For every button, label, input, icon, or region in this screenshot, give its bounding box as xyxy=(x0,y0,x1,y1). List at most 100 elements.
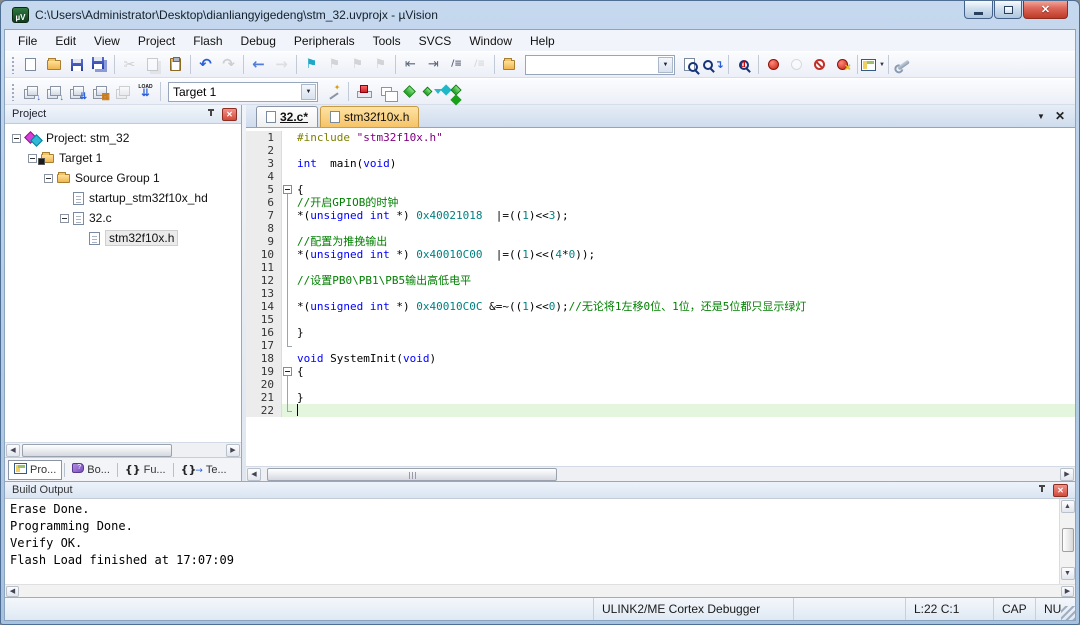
scroll-left-arrow[interactable]: ◀ xyxy=(6,586,19,597)
line-number[interactable]: 9 xyxy=(246,235,282,248)
toolbar-grip[interactable] xyxy=(11,83,16,101)
copy-button[interactable] xyxy=(141,53,164,76)
target-select[interactable]: Target 1▼ xyxy=(168,82,318,102)
line-number[interactable]: 15 xyxy=(246,313,282,326)
line-number[interactable]: 18 xyxy=(246,352,282,365)
save-all-button[interactable] xyxy=(88,53,111,76)
target-options-button[interactable] xyxy=(322,80,345,103)
rebuild-button[interactable]: ⇊ xyxy=(65,80,88,103)
line-number[interactable]: 8 xyxy=(246,222,282,235)
line-number[interactable]: 22 xyxy=(246,404,282,417)
menu-item-file[interactable]: File xyxy=(9,32,46,50)
scroll-thumb[interactable] xyxy=(267,468,557,481)
code-line-7[interactable]: 7*(unsigned int *) 0x40021018 |=((1)<<3)… xyxy=(246,209,1075,222)
toolbar-grip[interactable] xyxy=(11,56,16,74)
search-combobox[interactable]: ▼ xyxy=(525,55,675,75)
build-output-close-button[interactable]: ✕ xyxy=(1053,484,1068,497)
pin-icon[interactable] xyxy=(207,109,215,120)
code-line-11[interactable]: 11 xyxy=(246,261,1075,274)
editor-tab[interactable]: stm32f10x.h xyxy=(320,106,419,127)
line-number[interactable]: 21 xyxy=(246,391,282,404)
undo-button[interactable]: ↶ xyxy=(194,53,217,76)
menu-item-view[interactable]: View xyxy=(85,32,129,50)
tree-item[interactable]: 32.c xyxy=(5,208,241,228)
paste-button[interactable] xyxy=(164,53,187,76)
save-button[interactable] xyxy=(65,53,88,76)
code-text[interactable] xyxy=(295,170,1075,183)
multi-project-workspace-button[interactable] xyxy=(375,80,398,103)
uncomment-button[interactable]: /≡ xyxy=(468,53,491,76)
scroll-down-arrow[interactable]: ▼ xyxy=(1061,567,1075,580)
menu-item-tools[interactable]: Tools xyxy=(364,32,410,50)
restore-button[interactable] xyxy=(994,1,1022,19)
close-button[interactable]: ✕ xyxy=(1023,1,1068,19)
line-number[interactable]: 13 xyxy=(246,287,282,300)
code-line-5[interactable]: 5{ xyxy=(246,183,1075,196)
code-line-17[interactable]: 17 xyxy=(246,339,1075,352)
tree-item[interactable]: Project: stm_32 xyxy=(5,128,241,148)
title-bar[interactable]: µV C:\Users\Administrator\Desktop\dianli… xyxy=(4,1,1076,29)
code-text[interactable] xyxy=(295,144,1075,157)
tree-expander[interactable] xyxy=(12,134,21,143)
scroll-right-arrow[interactable]: ▶ xyxy=(226,444,240,457)
code-text[interactable]: #include "stm32f10x.h" xyxy=(295,131,1075,144)
tree-expander[interactable] xyxy=(60,214,69,223)
manage-project-items-button[interactable] xyxy=(352,80,375,103)
scroll-left-arrow[interactable]: ◀ xyxy=(6,444,20,457)
find-button[interactable]: d xyxy=(732,53,755,76)
code-line-15[interactable]: 15 xyxy=(246,313,1075,326)
bookmark-next-button[interactable]: ⚑ xyxy=(346,53,369,76)
tree-expander[interactable] xyxy=(28,154,37,163)
code-text[interactable]: { xyxy=(295,183,1075,196)
resize-grip[interactable] xyxy=(1061,606,1075,620)
code-text[interactable]: *(unsigned int *) 0x40010C00 |=((1)<<(4*… xyxy=(295,248,1075,261)
code-line-12[interactable]: 12//设置PB0\PB1\PB5输出高低电平 xyxy=(246,274,1075,287)
code-line-22[interactable]: 22 xyxy=(246,404,1075,417)
code-text[interactable]: } xyxy=(295,391,1075,404)
pin-icon[interactable] xyxy=(1038,485,1046,496)
line-number[interactable]: 10 xyxy=(246,248,282,261)
line-number[interactable]: 5 xyxy=(246,183,282,196)
menu-item-edit[interactable]: Edit xyxy=(46,32,85,50)
panel-tab-project[interactable]: Pro... xyxy=(8,460,62,480)
line-number[interactable]: 17 xyxy=(246,339,282,352)
tree-item[interactable]: stm32f10x.h xyxy=(5,228,241,248)
line-number[interactable]: 16 xyxy=(246,326,282,339)
dropdown-arrow-icon[interactable]: ▼ xyxy=(658,57,673,73)
line-number[interactable]: 11 xyxy=(246,261,282,274)
translate-button[interactable]: ↓ xyxy=(19,80,42,103)
code-line-20[interactable]: 20 xyxy=(246,378,1075,391)
tree-item[interactable]: Target 1 xyxy=(5,148,241,168)
code-line-6[interactable]: 6//开启GPIOB的时钟 xyxy=(246,196,1075,209)
code-line-8[interactable]: 8 xyxy=(246,222,1075,235)
disable-all-breakpoints-button[interactable] xyxy=(808,53,831,76)
menu-item-debug[interactable]: Debug xyxy=(232,32,285,50)
code-text[interactable]: *(unsigned int *) 0x40021018 |=((1)<<3); xyxy=(295,209,1075,222)
project-panel-close-button[interactable]: ✕ xyxy=(222,108,237,121)
select-software-packs-button[interactable] xyxy=(421,80,444,103)
build-button[interactable]: ↓ xyxy=(42,80,65,103)
scroll-right-arrow[interactable]: ▶ xyxy=(1061,586,1074,597)
find-in-files-dialog-button[interactable]: ✎ xyxy=(498,53,521,76)
code-text[interactable]: //开启GPIOB的时钟 xyxy=(295,196,1075,209)
code-line-18[interactable]: 18 void SystemInit(void) xyxy=(246,352,1075,365)
code-text[interactable]: //配置为推挽输出 xyxy=(295,235,1075,248)
line-number[interactable]: 3 xyxy=(246,157,282,170)
scroll-thumb[interactable] xyxy=(22,444,172,457)
code-text[interactable]: //设置PB0\PB1\PB5输出高低电平 xyxy=(295,274,1075,287)
code-line-21[interactable]: 21} xyxy=(246,391,1075,404)
nav-forward-button[interactable]: → xyxy=(270,53,293,76)
tree-item-label[interactable]: Target 1 xyxy=(59,151,102,165)
indent-right-button[interactable]: ⇥ xyxy=(422,53,445,76)
bookmark-prev-button[interactable]: ⚑ xyxy=(323,53,346,76)
tree-item-label[interactable]: 32.c xyxy=(89,211,112,225)
code-text[interactable] xyxy=(295,222,1075,235)
code-line-4[interactable]: 4 xyxy=(246,170,1075,183)
code-line-1[interactable]: 1#include "stm32f10x.h" xyxy=(246,131,1075,144)
code-editor[interactable]: 1#include "stm32f10x.h"23int main(void)4… xyxy=(246,128,1075,466)
minimize-button[interactable] xyxy=(964,1,993,19)
code-text[interactable] xyxy=(295,313,1075,326)
nav-back-button[interactable]: ← xyxy=(247,53,270,76)
code-text[interactable]: void SystemInit(void) xyxy=(295,352,1075,365)
menu-item-project[interactable]: Project xyxy=(129,32,184,50)
